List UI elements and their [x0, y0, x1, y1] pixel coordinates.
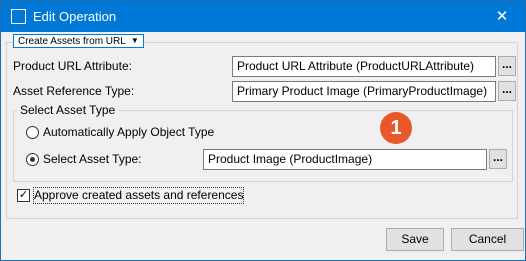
product-url-attribute-field[interactable]: Product URL Attribute (ProductURLAttribu…: [232, 56, 496, 77]
window-icon: [11, 9, 26, 24]
asset-type-field[interactable]: Product Image (ProductImage): [203, 149, 487, 170]
product-url-attribute-browse-button[interactable]: ...: [498, 56, 516, 76]
auto-apply-radio[interactable]: [26, 126, 39, 139]
select-asset-type-radio[interactable]: [26, 153, 39, 166]
approve-label: Approve created assets and references: [32, 187, 245, 204]
chevron-down-icon: ▼: [130, 36, 139, 45]
save-button[interactable]: Save: [386, 228, 444, 251]
edit-operation-dialog: Edit Operation ✕ Create Assets from URL ▼…: [0, 0, 526, 261]
select-asset-type-label: Select Asset Type:: [43, 152, 142, 166]
auto-apply-label: Automatically Apply Object Type: [43, 125, 215, 139]
approve-checkbox[interactable]: ✓: [17, 189, 30, 202]
asset-reference-type-browse-button[interactable]: ...: [498, 81, 516, 101]
window-title: Edit Operation: [33, 9, 117, 24]
step-number-badge: 1: [380, 112, 412, 144]
product-url-attribute-label: Product URL Attribute:: [13, 59, 132, 73]
cancel-button[interactable]: Cancel: [451, 228, 524, 251]
select-asset-type-heading: Select Asset Type: [17, 103, 119, 118]
create-assets-dropdown-label: Create Assets from URL: [18, 36, 126, 47]
create-assets-dropdown[interactable]: Create Assets from URL ▼: [13, 34, 144, 48]
close-icon[interactable]: ✕: [479, 1, 525, 32]
asset-type-browse-button[interactable]: ...: [489, 149, 507, 169]
select-asset-type-group: [13, 110, 513, 182]
asset-reference-type-field[interactable]: Primary Product Image (PrimaryProductIma…: [232, 81, 496, 102]
dialog-body: Create Assets from URL ▼ Product URL Attr…: [1, 32, 525, 260]
title-bar[interactable]: Edit Operation ✕: [1, 1, 525, 32]
asset-reference-type-label: Asset Reference Type:: [13, 84, 135, 98]
